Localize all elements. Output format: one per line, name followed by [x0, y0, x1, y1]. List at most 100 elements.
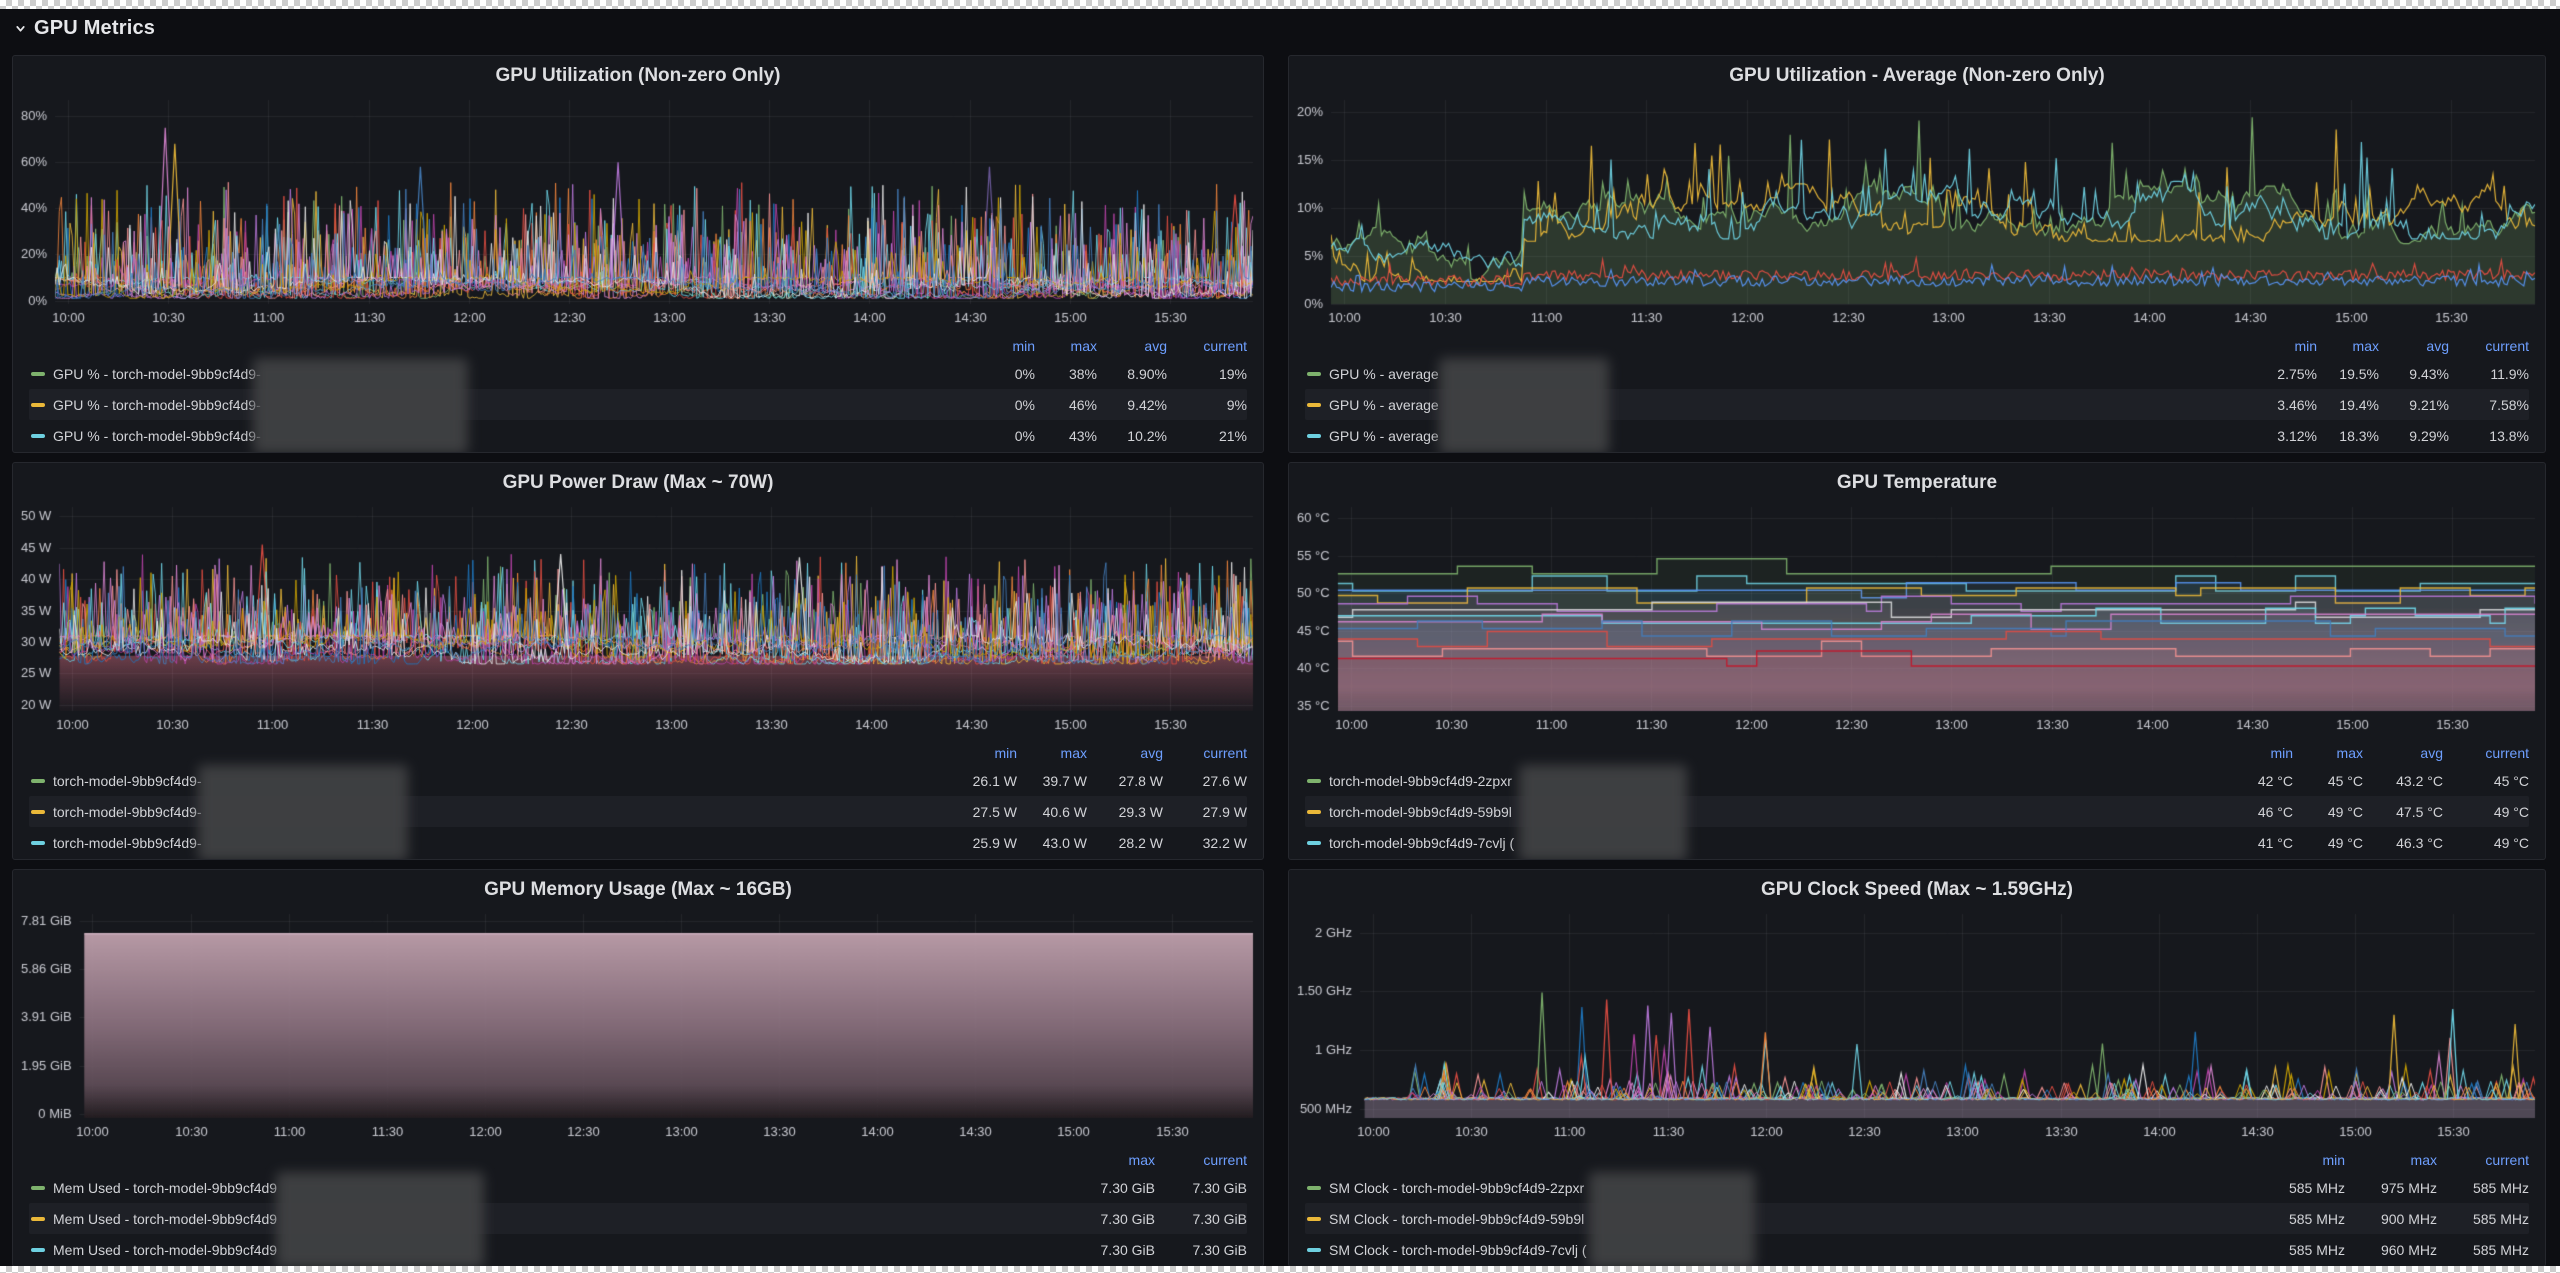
legend-stat-value: 19.4% — [2339, 396, 2379, 413]
gpu-memory-usage-chart[interactable] — [13, 906, 1263, 1146]
legend-stat-value: 39.7 W — [1042, 772, 1087, 789]
gpu-utilization-chart[interactable] — [13, 92, 1263, 332]
series-color-swatch[interactable] — [1307, 1247, 1321, 1252]
series-label[interactable]: SM Clock - torch-model-9bb9cf4d9-2zpxr — [1329, 1180, 2257, 1196]
legend-column-header-min[interactable]: min — [973, 338, 1035, 354]
series-label[interactable]: Mem Used - torch-model-9bb9cf4d9 — [53, 1242, 1063, 1258]
gpu-clock-speed-chart[interactable] — [1289, 906, 2545, 1146]
panel-title[interactable]: GPU Temperature — [1289, 472, 2545, 494]
legend-stat-value: 32.2 W — [1202, 834, 1247, 851]
redacted-region — [1439, 358, 1609, 452]
legend-stat-value: 49 °C — [2327, 834, 2363, 851]
legend-stat-value: 585 MHz — [2288, 1210, 2345, 1227]
legend-stat-value: 43% — [1068, 427, 1097, 444]
legend-header: max current — [29, 1148, 1247, 1172]
legend-stat-value: 585 MHz — [2288, 1241, 2345, 1258]
series-label[interactable]: torch-model-9bb9cf4d9- — [53, 835, 947, 851]
series-color-swatch[interactable] — [31, 778, 45, 783]
legend-column-header-max[interactable]: max — [2293, 745, 2363, 761]
legend-stat-value: 7.58% — [2489, 396, 2529, 413]
legend-stat-value: 42 °C — [2257, 772, 2293, 789]
legend-column-header-current[interactable]: current — [2443, 745, 2529, 761]
legend-column-header-max[interactable]: max — [1035, 338, 1097, 354]
legend-stat-value: 8.90% — [1127, 365, 1167, 382]
series-color-swatch[interactable] — [1307, 778, 1321, 783]
series-color-swatch[interactable] — [1307, 840, 1321, 845]
legend-stat-value: 0% — [1014, 427, 1035, 444]
series-color-swatch[interactable] — [31, 433, 45, 438]
legend-column-header-current[interactable]: current — [1155, 1152, 1247, 1168]
legend-stat-value: 41 °C — [2257, 834, 2293, 851]
legend-stat-value: 26.1 W — [972, 772, 1017, 789]
legend-column-header-min[interactable]: min — [947, 745, 1017, 761]
legend-column-header-avg[interactable]: avg — [2379, 338, 2449, 354]
legend-stat-value: 49 °C — [2327, 803, 2363, 820]
series-label[interactable]: torch-model-9bb9cf4d9-59b9l — [1329, 804, 2223, 820]
legend-stat-value: 27.6 W — [1202, 772, 1247, 789]
legend-stat-value: 13.8% — [2489, 427, 2529, 444]
series-color-swatch[interactable] — [1307, 402, 1321, 407]
gpu-power-draw-chart[interactable] — [13, 499, 1263, 739]
series-color-swatch[interactable] — [1307, 433, 1321, 438]
legend: min max current SM Clock - torch-model-9bb9… — [1305, 1148, 2529, 1265]
series-label[interactable]: torch-model-9bb9cf4d9-7cvlj ( — [1329, 835, 2223, 851]
legend-column-header-current[interactable]: current — [2449, 338, 2529, 354]
legend-stat-value: 3.12% — [2277, 427, 2317, 444]
legend-column-header-max[interactable]: max — [1063, 1152, 1155, 1168]
series-color-swatch[interactable] — [31, 1185, 45, 1190]
legend-stat-value: 28.2 W — [1118, 834, 1163, 851]
gpu-utilization-average-chart[interactable] — [1289, 92, 2545, 332]
legend: max current Mem Used - torch-model-9bb9cf4… — [29, 1148, 1247, 1265]
series-label[interactable]: GPU % - torch-model-9bb9cf4d9- — [53, 397, 973, 413]
series-label[interactable]: torch-model-9bb9cf4d9-2zpxr — [1329, 773, 2223, 789]
series-color-swatch[interactable] — [31, 371, 45, 376]
legend-stat-value: 585 MHz — [2472, 1179, 2529, 1196]
series-color-swatch[interactable] — [31, 1216, 45, 1221]
series-label[interactable]: SM Clock - torch-model-9bb9cf4d9-59b9l — [1329, 1211, 2257, 1227]
legend-stat-value: 27.8 W — [1118, 772, 1163, 789]
dashboard-row-gpu-metrics[interactable]: GPU Metrics — [14, 14, 155, 42]
legend-column-header-avg[interactable]: avg — [1097, 338, 1167, 354]
legend-row: torch-model-9bb9cf4d9-59b9l 46 °C 49 °C 47.… — [1305, 796, 2529, 827]
series-color-swatch[interactable] — [31, 809, 45, 814]
series-color-swatch[interactable] — [31, 1247, 45, 1252]
legend-header: min max avg current — [29, 741, 1247, 765]
series-color-swatch[interactable] — [1307, 371, 1321, 376]
series-color-swatch[interactable] — [1307, 1185, 1321, 1190]
legend-column-header-current[interactable]: current — [2437, 1152, 2529, 1168]
series-label[interactable]: torch-model-9bb9cf4d9- — [53, 773, 947, 789]
legend-stat-value: 45 °C — [2493, 772, 2529, 789]
legend-stat-value: 975 MHz — [2380, 1179, 2437, 1196]
series-color-swatch[interactable] — [31, 840, 45, 845]
series-color-swatch[interactable] — [31, 402, 45, 407]
legend-stat-value: 7.30 GiB — [1192, 1210, 1247, 1227]
legend-column-header-min[interactable]: min — [2255, 338, 2317, 354]
legend-column-header-max[interactable]: max — [2345, 1152, 2437, 1168]
series-label[interactable]: GPU % - torch-model-9bb9cf4d9- — [53, 428, 973, 444]
legend-column-header-current[interactable]: current — [1167, 338, 1247, 354]
panel-title[interactable]: GPU Utilization - Average (Non-zero Only… — [1289, 65, 2545, 87]
panel-title[interactable]: GPU Clock Speed (Max ~ 1.59GHz) — [1289, 879, 2545, 901]
redacted-region — [253, 358, 468, 452]
legend-column-header-max[interactable]: max — [2317, 338, 2379, 354]
legend-stat-value: 585 MHz — [2472, 1210, 2529, 1227]
series-label[interactable]: GPU % - torch-model-9bb9cf4d9- — [53, 366, 973, 382]
legend-column-header-avg[interactable]: avg — [1087, 745, 1163, 761]
legend-stat-value: 0% — [1014, 365, 1035, 382]
legend-column-header-current[interactable]: current — [1163, 745, 1247, 761]
legend-column-header-min[interactable]: min — [2223, 745, 2293, 761]
legend-column-header-avg[interactable]: avg — [2363, 745, 2443, 761]
legend-column-header-min[interactable]: min — [2257, 1152, 2345, 1168]
panel-title[interactable]: GPU Power Draw (Max ~ 70W) — [13, 472, 1263, 494]
legend-row: GPU % - torch-model-9bb9cf4d9- 0% 46% 9.42%… — [29, 389, 1247, 420]
series-label[interactable]: torch-model-9bb9cf4d9- — [53, 804, 947, 820]
series-label[interactable]: SM Clock - torch-model-9bb9cf4d9-7cvlj ( — [1329, 1242, 2257, 1258]
series-label[interactable]: Mem Used - torch-model-9bb9cf4d9 — [53, 1180, 1063, 1196]
panel-title[interactable]: GPU Utilization (Non-zero Only) — [13, 65, 1263, 87]
panel-title[interactable]: GPU Memory Usage (Max ~ 16GB) — [13, 879, 1263, 901]
gpu-temperature-chart[interactable] — [1289, 499, 2545, 739]
series-color-swatch[interactable] — [1307, 1216, 1321, 1221]
series-color-swatch[interactable] — [1307, 809, 1321, 814]
legend-column-header-max[interactable]: max — [1017, 745, 1087, 761]
series-label[interactable]: Mem Used - torch-model-9bb9cf4d9 — [53, 1211, 1063, 1227]
